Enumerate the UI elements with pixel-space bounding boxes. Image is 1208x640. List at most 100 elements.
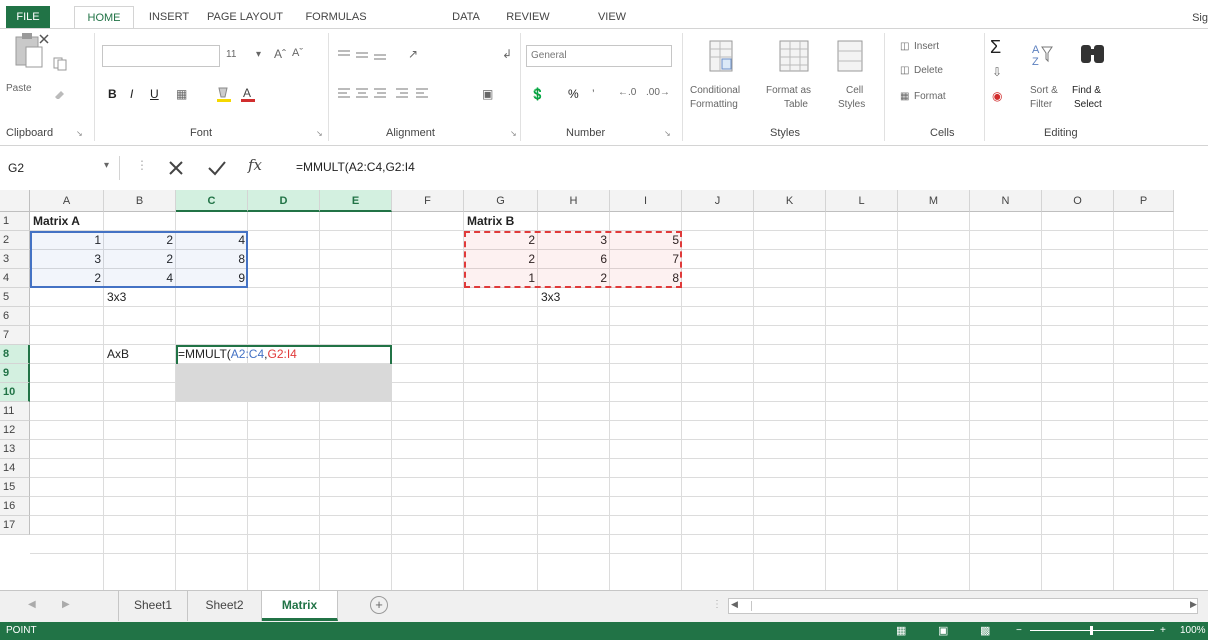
new-sheet-icon[interactable]: + [370, 596, 388, 614]
formula-input[interactable]: =MMULT(A2:C4,G2:I4 [296, 160, 415, 174]
column-header-c[interactable]: C [176, 190, 248, 212]
row-header-5[interactable]: 5 [0, 288, 30, 307]
insert-cells-button[interactable]: Insert [914, 41, 939, 52]
row-header-9[interactable]: 9 [0, 364, 30, 383]
row-header-17[interactable]: 17 [0, 516, 30, 535]
column-header-f[interactable]: F [392, 190, 464, 212]
tab-insert[interactable]: INSERT [142, 6, 196, 28]
row-header-1[interactable]: 1 [0, 212, 30, 231]
enter-check-icon[interactable] [206, 158, 228, 178]
orientation-icon[interactable]: ↗ [408, 47, 418, 61]
column-header-i[interactable]: I [610, 190, 682, 212]
tab-split-grip-icon[interactable]: ⋮ [712, 599, 722, 610]
cell-b5[interactable]: 3x3 [107, 288, 126, 307]
bold-button[interactable]: B [108, 87, 117, 101]
sign-in-link[interactable]: Sig [1192, 12, 1208, 24]
column-header-a[interactable]: A [30, 190, 104, 212]
scroll-tabs-left-icon[interactable]: ◀ [28, 599, 36, 610]
comma-style-icon[interactable]: ’ [592, 87, 595, 101]
worksheet-grid[interactable]: ABCDEFGHIJKLMNOP 1 2 3 4 5 6 7 8 9 10 11 12 13 14 15 16… [0, 190, 1208, 590]
horizontal-align-icons[interactable] [336, 85, 466, 103]
row-header-3[interactable]: 3 [0, 250, 30, 269]
cell-styles-label-2[interactable]: Styles [838, 99, 865, 110]
scroll-tabs-right-icon[interactable]: ▶ [62, 599, 70, 610]
font-color-icon[interactable]: A [238, 85, 258, 103]
row-header-2[interactable]: 2 [0, 231, 30, 250]
column-header-j[interactable]: J [682, 190, 754, 212]
tab-file[interactable]: FILE [6, 6, 50, 28]
column-header-e[interactable]: E [320, 190, 392, 212]
row-header-10[interactable]: 10 [0, 383, 30, 402]
clipboard-launcher-icon[interactable]: ↘ [76, 129, 83, 138]
font-size-value[interactable]: 11 [226, 49, 236, 60]
tab-data[interactable]: DATA [444, 6, 488, 28]
row-header-8[interactable]: 8 [0, 345, 30, 364]
autosum-icon[interactable]: Σ [990, 37, 1001, 58]
horizontal-scrollbar[interactable]: ◀ [728, 598, 1198, 614]
font-size-arrow-icon[interactable]: ▾ [256, 49, 261, 60]
row-header-15[interactable]: 15 [0, 478, 30, 497]
grow-font-icon[interactable]: Aˆ [274, 47, 286, 61]
cell-styles-icon[interactable] [836, 39, 866, 75]
paste-label[interactable]: Paste [6, 83, 32, 94]
name-box-dropdown-icon[interactable]: ▾ [104, 160, 109, 171]
row-header-14[interactable]: 14 [0, 459, 30, 478]
sort-filter-label[interactable]: Sort & [1030, 85, 1058, 96]
tab-home[interactable]: HOME [74, 6, 134, 28]
sort-filter-icon[interactable]: A Z [1030, 41, 1054, 69]
cell-styles-label[interactable]: Cell [846, 85, 863, 96]
tab-review[interactable]: REVIEW [500, 6, 556, 28]
copy-icon[interactable] [52, 57, 70, 71]
wrap-text-icon[interactable]: ↲ [502, 47, 512, 61]
insert-cells-icon[interactable]: ◫ [900, 41, 909, 52]
cell-h5[interactable]: 3x3 [541, 288, 560, 307]
tab-page-layout[interactable]: PAGE LAYOUT [200, 6, 290, 28]
fill-color-icon[interactable] [214, 85, 234, 103]
cell-g1[interactable]: Matrix B [467, 212, 514, 231]
zoom-in-icon[interactable]: + [1160, 622, 1166, 640]
page-break-view-icon[interactable]: ▩ [980, 622, 990, 640]
sort-filter-label-2[interactable]: Filter [1030, 99, 1052, 110]
scroll-right-icon[interactable]: ▶ [1190, 599, 1197, 610]
accounting-format-icon[interactable]: 💲 [530, 87, 545, 101]
page-layout-view-icon[interactable]: ▣ [938, 622, 948, 640]
conditional-formatting-label[interactable]: Conditional [690, 85, 740, 96]
format-as-table-icon[interactable] [778, 39, 812, 75]
sheet-tab-sheet2[interactable]: Sheet2 [188, 591, 262, 621]
cell-b8[interactable]: AxB [107, 345, 129, 364]
conditional-formatting-icon[interactable] [708, 39, 734, 75]
select-all-corner[interactable] [0, 190, 30, 212]
vertical-align-icons[interactable] [336, 47, 400, 65]
sheet-tab-sheet1[interactable]: Sheet1 [118, 591, 188, 621]
shrink-font-icon[interactable]: Aˇ [292, 47, 303, 59]
underline-button[interactable]: U [150, 87, 159, 101]
row-header-7[interactable]: 7 [0, 326, 30, 345]
column-header-m[interactable]: M [898, 190, 970, 212]
italic-button[interactable]: I [130, 87, 133, 101]
alignment-launcher-icon[interactable]: ↘ [510, 129, 517, 138]
row-header-11[interactable]: 11 [0, 402, 30, 421]
number-launcher-icon[interactable]: ↘ [664, 129, 671, 138]
fill-icon[interactable]: ⇩ [992, 65, 1002, 79]
normal-view-icon[interactable]: ▦ [896, 622, 906, 640]
font-name-box[interactable] [102, 45, 220, 67]
row-header-12[interactable]: 12 [0, 421, 30, 440]
column-header-o[interactable]: O [1042, 190, 1114, 212]
cell-a1[interactable]: Matrix A [33, 212, 80, 231]
row-header-4[interactable]: 4 [0, 269, 30, 288]
row-header-6[interactable]: 6 [0, 307, 30, 326]
format-painter-icon[interactable] [52, 85, 70, 99]
format-as-table-label-2[interactable]: Table [784, 99, 808, 110]
zoom-out-icon[interactable]: − [1016, 622, 1022, 640]
number-format-select[interactable]: General [526, 45, 672, 67]
borders-icon[interactable]: ▦ [176, 87, 187, 101]
format-cells-button[interactable]: Format [914, 91, 946, 102]
scroll-left-icon[interactable]: ◀ [731, 599, 738, 610]
cancel-icon[interactable] [166, 158, 186, 178]
decrease-decimal-icon[interactable]: .00→ [646, 87, 670, 98]
percent-style-button[interactable]: % [568, 87, 579, 101]
tab-view[interactable]: VIEW [592, 6, 632, 28]
insert-function-icon[interactable]: fx [248, 156, 262, 174]
merge-center-icon[interactable]: ▣ [482, 87, 493, 101]
zoom-level[interactable]: 100% [1180, 622, 1206, 640]
